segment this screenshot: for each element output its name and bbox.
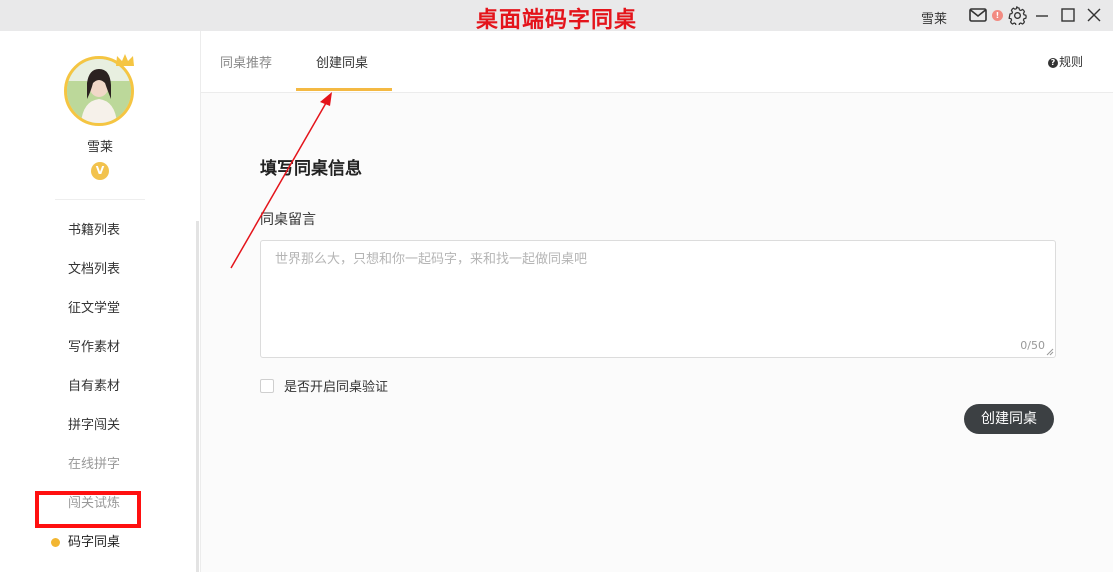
sidebar-item-label: 征文学堂 — [68, 301, 121, 316]
sidebar-item-online-typing[interactable]: 在线拼字 — [0, 445, 196, 484]
sidebar-item-label: 在线拼字 — [68, 457, 121, 472]
sidebar-item-label: 拼字闯关 — [68, 418, 121, 433]
sidebar-item-label: 写作素材 — [68, 340, 121, 355]
message-textarea[interactable]: 世界那么大，只想和你一起码字，来和找一起做同桌吧 0/50 — [260, 240, 1056, 358]
verify-label: 是否开启同桌验证 — [284, 380, 389, 395]
rules-label: 规则 — [1059, 55, 1084, 69]
sidebar-item-label: 书籍列表 — [68, 223, 121, 238]
tab-partner-recommend[interactable]: 同桌推荐 — [220, 52, 272, 71]
sidebar-item-own-material[interactable]: 自有素材 — [0, 367, 196, 406]
tab-create-partner[interactable]: 创建同桌 — [316, 52, 368, 71]
form-title: 填写同桌信息 — [260, 159, 362, 179]
annotation-highlight-box — [35, 491, 141, 528]
verify-option[interactable]: 是否开启同桌验证 — [260, 376, 388, 395]
create-partner-button[interactable]: 创建同桌 — [964, 404, 1054, 434]
active-dot-icon — [51, 538, 60, 547]
close-icon[interactable] — [1086, 6, 1102, 24]
sidebar-item-label: 自有素材 — [68, 379, 121, 394]
main-panel: 同桌推荐 创建同桌 ? 规则 填写同桌信息 同桌留言 世界那么大，只想和你一起码字… — [201, 31, 1113, 572]
mail-icon[interactable] — [969, 7, 987, 23]
crown-icon — [116, 54, 134, 66]
sidebar-item-word-challenge[interactable]: 拼字闯关 — [0, 406, 196, 445]
vip-badge: V — [91, 162, 109, 180]
sidebar-item-label: 文档列表 — [68, 262, 121, 277]
sidebar-item-contest-school[interactable]: 征文学堂 — [0, 289, 196, 328]
active-tab-indicator — [296, 88, 392, 91]
notification-badge: ! — [992, 10, 1003, 21]
minimize-icon[interactable] — [1034, 6, 1050, 24]
sidebar-item-book-list[interactable]: 书籍列表 — [0, 211, 196, 250]
rules-link[interactable]: ? 规则 — [1048, 53, 1083, 70]
window-titlebar: 桌面端码字同桌 雪莱 ! — [0, 0, 1113, 32]
sidebar-scrollbar[interactable] — [196, 221, 199, 572]
message-label: 同桌留言 — [260, 212, 316, 228]
verify-checkbox[interactable] — [260, 379, 274, 393]
sidebar-item-label: 码字同桌 — [68, 535, 121, 550]
sidebar-username: 雪莱 — [86, 140, 113, 155]
resize-grip-icon[interactable] — [1046, 348, 1054, 356]
tab-bar: 同桌推荐 创建同桌 ? 规则 — [201, 31, 1113, 93]
sidebar-divider — [55, 199, 145, 200]
sidebar-item-writing-partner[interactable]: 码字同桌 — [0, 523, 196, 562]
titlebar-username[interactable]: 雪莱 — [921, 8, 947, 27]
question-icon: ? — [1048, 58, 1058, 68]
maximize-icon[interactable] — [1060, 6, 1076, 24]
gear-icon[interactable] — [1008, 6, 1027, 25]
char-count: 0/50 — [1020, 339, 1045, 352]
message-placeholder: 世界那么大，只想和你一起码字，来和找一起做同桌吧 — [275, 252, 588, 267]
sidebar-item-doc-list[interactable]: 文档列表 — [0, 250, 196, 289]
sidebar-item-writing-material[interactable]: 写作素材 — [0, 328, 196, 367]
